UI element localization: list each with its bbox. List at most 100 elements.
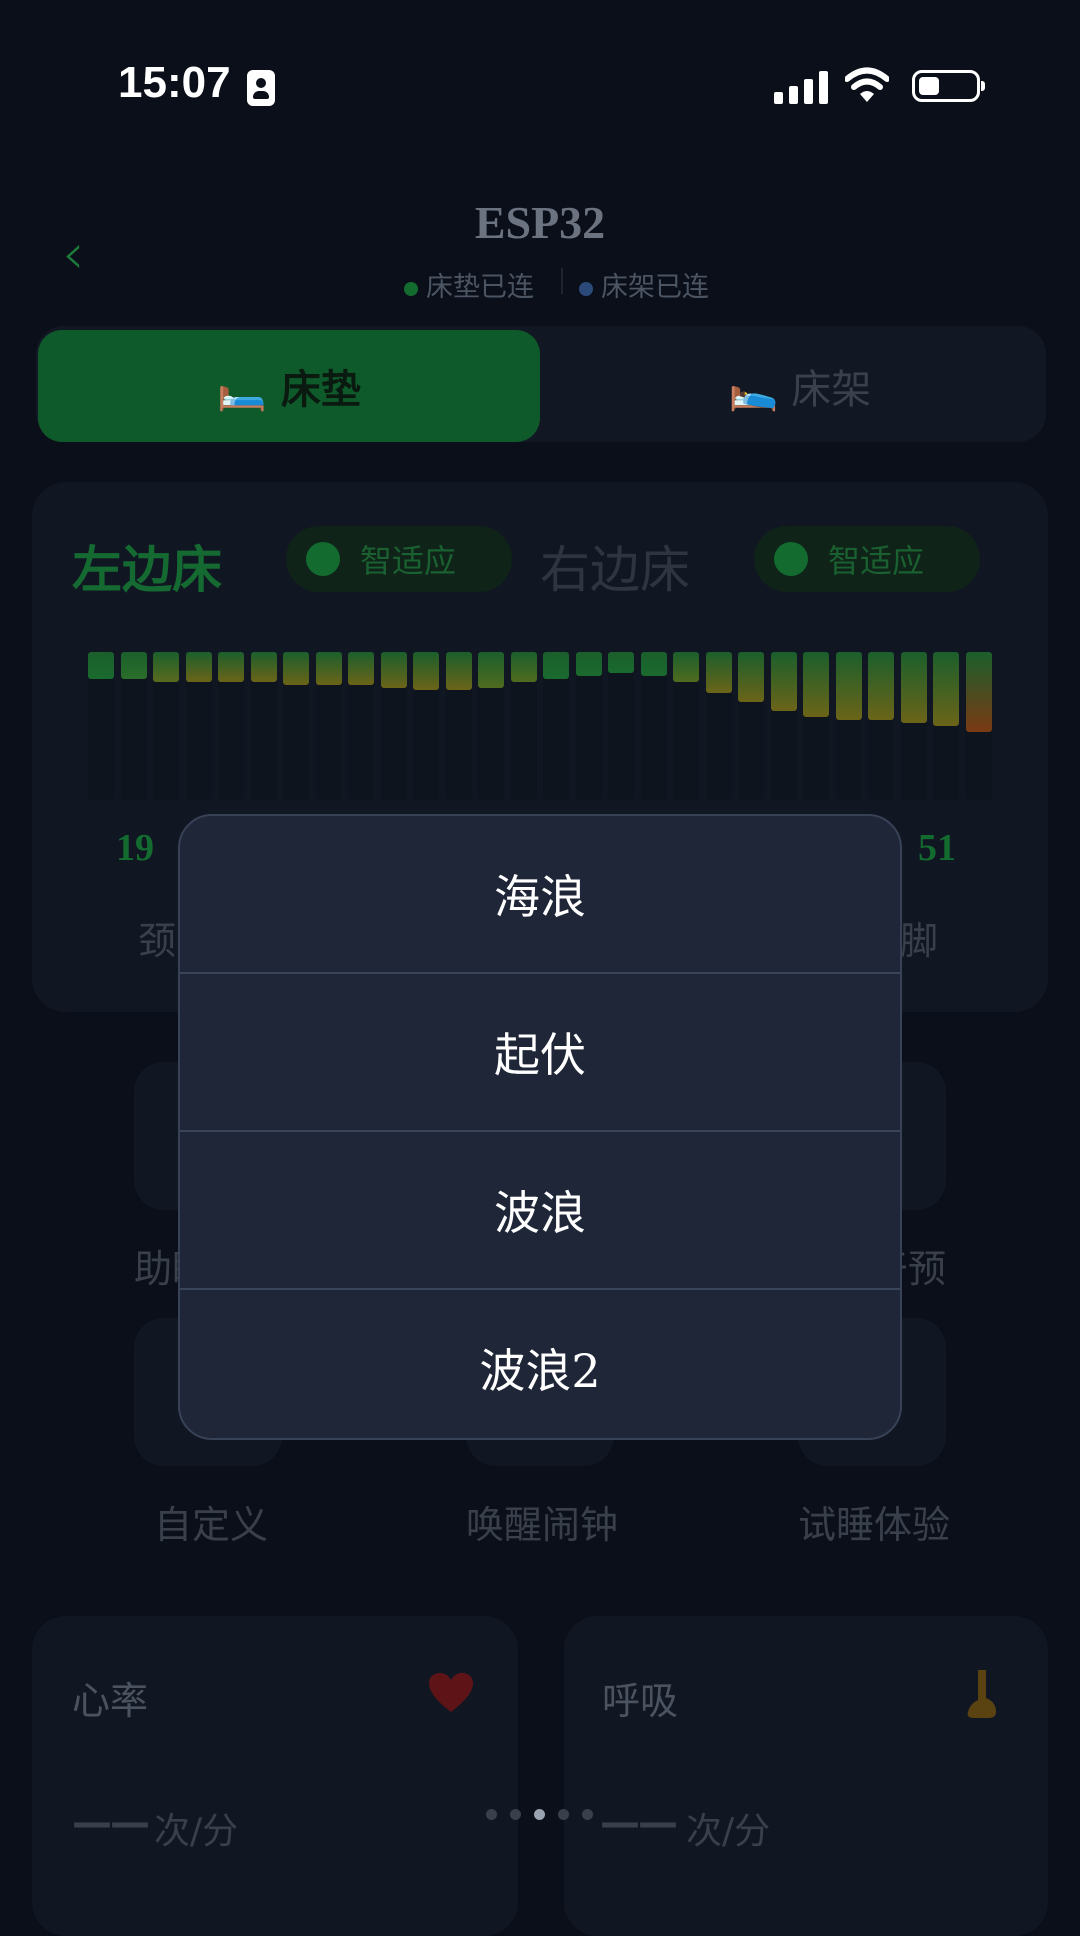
breathing-value: —— bbox=[600, 1800, 678, 1846]
breathing-card[interactable] bbox=[564, 1616, 1048, 1936]
mode-option-wave[interactable]: 波浪 bbox=[180, 1132, 900, 1288]
heart-rate-value: —— bbox=[72, 1800, 150, 1846]
pressure-bar bbox=[673, 652, 699, 800]
right-adaptive-toggle[interactable]: 智适应 bbox=[754, 526, 980, 592]
custom-label: 自定义 bbox=[154, 1503, 269, 1547]
pressure-bar bbox=[185, 652, 212, 800]
status-time: 15:07 bbox=[118, 58, 231, 107]
pager-dot[interactable] bbox=[558, 1809, 569, 1820]
mode-option-sea-wave[interactable]: 海浪 bbox=[180, 816, 900, 972]
pressure-bar-fill bbox=[380, 652, 407, 688]
pager-dot[interactable] bbox=[510, 1809, 521, 1820]
nose-icon bbox=[967, 1670, 996, 1718]
heart-icon bbox=[429, 1673, 473, 1712]
breathing-title: 呼吸 bbox=[602, 1679, 679, 1723]
pressure-bar-fill bbox=[88, 652, 114, 679]
pressure-bar-fill bbox=[153, 652, 179, 682]
pressure-bar-fill bbox=[705, 652, 732, 693]
pressure-bar bbox=[153, 652, 179, 800]
pressure-bar bbox=[315, 652, 342, 800]
status-dot-green bbox=[404, 281, 418, 296]
pressure-bar-fill bbox=[640, 652, 667, 676]
pressure-bar bbox=[510, 652, 537, 800]
pressure-bar bbox=[770, 652, 797, 800]
pressure-bar bbox=[803, 652, 829, 800]
wifi-icon bbox=[845, 67, 889, 102]
contact-card-icon bbox=[247, 70, 275, 106]
right-mode-label: 智适应 bbox=[828, 542, 925, 580]
breathing-unit: 次/分 bbox=[686, 1811, 771, 1852]
pressure-bar-fill bbox=[835, 652, 862, 720]
pressure-bar-fill bbox=[803, 652, 829, 717]
trial-sleep-label: 试睡体验 bbox=[798, 1503, 951, 1547]
pressure-bar bbox=[835, 652, 862, 800]
pressure-bar bbox=[413, 652, 439, 800]
tab-frame[interactable]: 🛌 床架 bbox=[560, 330, 1040, 442]
pressure-bar bbox=[283, 652, 309, 800]
status-dot-blue bbox=[579, 281, 593, 296]
mode-option-wave-2[interactable]: 波浪2 bbox=[180, 1290, 900, 1438]
right-bed-tab[interactable]: 右边床 bbox=[540, 530, 690, 602]
pressure-bar-fill bbox=[250, 652, 277, 682]
left-mode-label: 智适应 bbox=[360, 542, 457, 580]
mode-selection-sheet: 海浪 起伏 波浪 波浪2 bbox=[178, 814, 902, 1440]
pressure-bar bbox=[348, 652, 374, 800]
pressure-bar bbox=[705, 652, 732, 800]
pressure-bar-fill bbox=[348, 652, 374, 685]
frame-connection-status: 床架已连 bbox=[579, 265, 709, 304]
pressure-bar bbox=[900, 652, 927, 800]
pressure-bar bbox=[575, 652, 602, 800]
pressure-bar-fill bbox=[510, 652, 537, 682]
pressure-bar-fill bbox=[185, 652, 212, 682]
pager-dot[interactable] bbox=[486, 1809, 497, 1820]
toggle-knob bbox=[774, 542, 808, 576]
left-bed-tab[interactable]: 左边床 bbox=[72, 530, 222, 602]
pressure-bar-fill bbox=[543, 652, 569, 679]
pressure-bar-fill bbox=[315, 652, 342, 685]
pressure-bar-fill bbox=[900, 652, 927, 723]
heart-rate-card[interactable] bbox=[32, 1616, 518, 1936]
signal-icon bbox=[774, 70, 828, 104]
pressure-bar-chart bbox=[88, 652, 992, 800]
pressure-bar-fill bbox=[673, 652, 699, 682]
device-title: ESP32 bbox=[474, 197, 606, 248]
pressure-bar-fill bbox=[120, 652, 147, 679]
divider bbox=[561, 268, 563, 294]
pressure-bar bbox=[608, 652, 634, 800]
mode-option-undulate[interactable]: 起伏 bbox=[180, 974, 900, 1130]
pressure-bar bbox=[380, 652, 407, 800]
pressure-bar-fill bbox=[218, 652, 244, 682]
pressure-bar-fill bbox=[478, 652, 504, 688]
pressure-bar bbox=[543, 652, 569, 800]
pressure-bar bbox=[478, 652, 504, 800]
pager-dot[interactable] bbox=[534, 1809, 545, 1820]
mattress-status-label: 床垫已连 bbox=[426, 272, 534, 303]
frame-status-label: 床架已连 bbox=[601, 272, 709, 303]
pressure-bar-fill bbox=[283, 652, 309, 685]
pressure-bar bbox=[738, 652, 764, 800]
tab-mattress[interactable]: 🛏️ 床垫 bbox=[38, 330, 540, 442]
heart-rate-title: 心率 bbox=[72, 1679, 149, 1723]
right-pressure-value: 51 bbox=[918, 827, 956, 869]
neck-label: 颈 bbox=[138, 919, 177, 963]
pager-dot[interactable] bbox=[582, 1809, 593, 1820]
page-indicator bbox=[486, 1808, 606, 1822]
pressure-bar bbox=[965, 652, 992, 800]
left-adaptive-toggle[interactable]: 智适应 bbox=[286, 526, 512, 592]
pressure-bar-fill bbox=[965, 652, 992, 732]
pressure-bar bbox=[218, 652, 244, 800]
pressure-bar-fill bbox=[770, 652, 797, 711]
pressure-bar-fill bbox=[738, 652, 764, 702]
pressure-bar bbox=[120, 652, 147, 800]
pressure-bar-fill bbox=[933, 652, 959, 726]
wake-alarm-label: 唤醒闹钟 bbox=[466, 1503, 619, 1547]
pressure-bar bbox=[250, 652, 277, 800]
pressure-bar-fill bbox=[868, 652, 894, 720]
toggle-knob bbox=[306, 542, 340, 576]
battery-icon bbox=[912, 70, 985, 102]
pressure-bar-fill bbox=[413, 652, 439, 690]
pressure-bar bbox=[933, 652, 959, 800]
pressure-bar bbox=[868, 652, 894, 800]
heart-rate-unit: 次/分 bbox=[154, 1811, 239, 1852]
pressure-bar bbox=[640, 652, 667, 800]
